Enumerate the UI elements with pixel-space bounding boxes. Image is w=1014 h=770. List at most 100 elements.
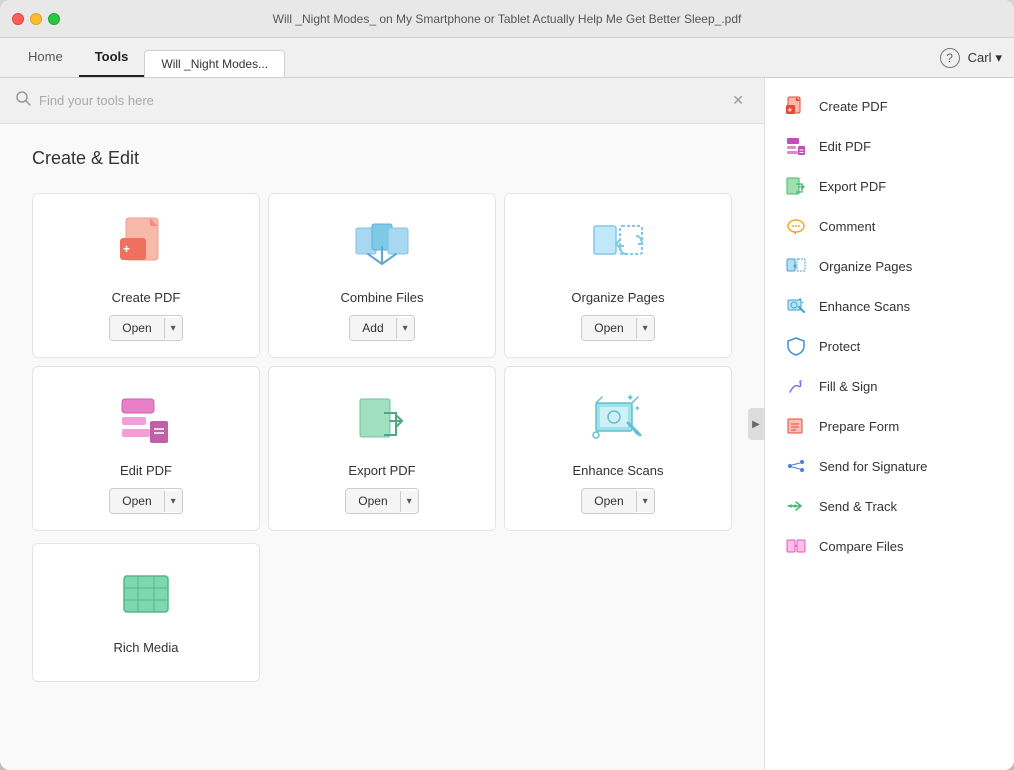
title-bar: Will _Night Modes_ on My Smartphone or T… bbox=[0, 0, 1014, 38]
tab-document[interactable]: Will _Night Modes... bbox=[144, 50, 285, 77]
sidebar-organize-pages-label: Organize Pages bbox=[819, 259, 912, 274]
sidebar-item-protect[interactable]: Protect bbox=[765, 326, 1014, 366]
sidebar-send-signature-icon bbox=[785, 455, 807, 477]
sidebar-item-fill-sign[interactable]: Fill & Sign bbox=[765, 366, 1014, 406]
tool-card-edit-pdf[interactable]: Edit PDF Open ▾ bbox=[32, 366, 260, 531]
export-pdf-open-btn[interactable]: Open bbox=[346, 489, 399, 513]
maximize-button[interactable] bbox=[48, 13, 60, 25]
sidebar-item-create-pdf[interactable]: + Create PDF bbox=[765, 86, 1014, 126]
sidebar-fill-sign-label: Fill & Sign bbox=[819, 379, 878, 394]
create-pdf-btn-group: Open ▾ bbox=[109, 315, 182, 341]
tools-grid: + Create PDF Open ▾ bbox=[32, 193, 732, 682]
search-input[interactable] bbox=[39, 93, 720, 108]
tool-card-create-pdf[interactable]: + Create PDF Open ▾ bbox=[32, 193, 260, 358]
sidebar-comment-label: Comment bbox=[819, 219, 875, 234]
create-pdf-label: Create PDF bbox=[112, 290, 181, 305]
tool-card-organize-pages[interactable]: Organize Pages Open ▾ bbox=[504, 193, 732, 358]
enhance-scans-dropdown-btn[interactable]: ▾ bbox=[636, 491, 654, 512]
svg-text:✦: ✦ bbox=[626, 393, 634, 404]
sidebar-send-track-icon bbox=[785, 495, 807, 517]
tab-bar: Home Tools Will _Night Modes... ? Carl ▾ bbox=[0, 38, 1014, 78]
main-window: Will _Night Modes_ on My Smartphone or T… bbox=[0, 0, 1014, 770]
tab-tools[interactable]: Tools bbox=[79, 38, 145, 77]
main-layout: ✕ Create & Edit + bbox=[0, 78, 1014, 770]
traffic-lights bbox=[12, 13, 60, 25]
sidebar-item-compare-files[interactable]: Compare Files bbox=[765, 526, 1014, 566]
edit-pdf-icon bbox=[114, 387, 178, 451]
tools-content: Create & Edit + Create PDF bbox=[0, 124, 764, 770]
sidebar-organize-pages-icon bbox=[785, 255, 807, 277]
collapse-sidebar-arrow[interactable]: ▶ bbox=[748, 408, 764, 440]
sidebar-edit-pdf-label: Edit PDF bbox=[819, 139, 871, 154]
organize-pages-open-btn[interactable]: Open bbox=[582, 316, 635, 340]
user-dropdown-icon[interactable]: ▾ bbox=[995, 50, 1002, 66]
organize-pages-label: Organize Pages bbox=[571, 290, 664, 305]
help-button[interactable]: ? bbox=[940, 48, 960, 68]
export-pdf-icon bbox=[350, 387, 414, 451]
sidebar-create-pdf-label: Create PDF bbox=[819, 99, 888, 114]
sidebar-export-pdf-icon bbox=[785, 175, 807, 197]
edit-pdf-btn-group: Open ▾ bbox=[109, 488, 182, 514]
sidebar-item-enhance-scans[interactable]: ✦ ✦ Enhance Scans bbox=[765, 286, 1014, 326]
sidebar-item-prepare-form[interactable]: Prepare Form bbox=[765, 406, 1014, 446]
combine-files-btn-group: Add ▾ bbox=[349, 315, 414, 341]
sidebar-item-organize-pages[interactable]: Organize Pages bbox=[765, 246, 1014, 286]
sidebar-send-signature-label: Send for Signature bbox=[819, 459, 927, 474]
section-title-create-edit: Create & Edit bbox=[32, 148, 732, 169]
create-pdf-dropdown-btn[interactable]: ▾ bbox=[164, 318, 182, 339]
close-button[interactable] bbox=[12, 13, 24, 25]
sidebar-prepare-form-label: Prepare Form bbox=[819, 419, 899, 434]
tool-card-export-pdf[interactable]: Export PDF Open ▾ bbox=[268, 366, 496, 531]
edit-pdf-dropdown-btn[interactable]: ▾ bbox=[164, 491, 182, 512]
sidebar-create-pdf-icon: + bbox=[785, 95, 807, 117]
sidebar-enhance-scans-label: Enhance Scans bbox=[819, 299, 910, 314]
sidebar-item-edit-pdf[interactable]: Edit PDF bbox=[765, 126, 1014, 166]
sidebar-export-pdf-label: Export PDF bbox=[819, 179, 886, 194]
tool-card-rich-media[interactable]: Rich Media bbox=[32, 543, 260, 682]
search-bar: ✕ bbox=[0, 78, 764, 124]
combine-files-label: Combine Files bbox=[340, 290, 423, 305]
left-panel: ✕ Create & Edit + bbox=[0, 78, 764, 770]
enhance-scans-btn-group: Open ▾ bbox=[581, 488, 654, 514]
organize-pages-btn-group: Open ▾ bbox=[581, 315, 654, 341]
combine-files-add-btn[interactable]: Add bbox=[350, 316, 395, 340]
svg-text:✦: ✦ bbox=[634, 404, 641, 413]
sidebar-fill-sign-icon bbox=[785, 375, 807, 397]
export-pdf-btn-group: Open ▾ bbox=[345, 488, 418, 514]
sidebar-item-export-pdf[interactable]: Export PDF bbox=[765, 166, 1014, 206]
clear-search-button[interactable]: ✕ bbox=[728, 90, 748, 111]
sidebar-item-send-signature[interactable]: Send for Signature bbox=[765, 446, 1014, 486]
combine-files-icon bbox=[350, 214, 414, 278]
enhance-scans-label: Enhance Scans bbox=[572, 463, 663, 478]
tab-home[interactable]: Home bbox=[12, 38, 79, 77]
combine-files-dropdown-btn[interactable]: ▾ bbox=[396, 318, 414, 339]
create-pdf-open-btn[interactable]: Open bbox=[110, 316, 163, 340]
right-sidebar: + Create PDF Edit PDF bbox=[764, 78, 1014, 770]
sidebar-edit-pdf-icon bbox=[785, 135, 807, 157]
export-pdf-label: Export PDF bbox=[348, 463, 415, 478]
rich-media-label: Rich Media bbox=[113, 640, 178, 655]
user-name: Carl bbox=[968, 50, 992, 65]
sidebar-item-send-track[interactable]: Send & Track bbox=[765, 486, 1014, 526]
export-pdf-dropdown-btn[interactable]: ▾ bbox=[400, 491, 418, 512]
sidebar-protect-label: Protect bbox=[819, 339, 860, 354]
svg-text:+: + bbox=[123, 242, 130, 256]
svg-text:✦: ✦ bbox=[801, 300, 805, 305]
window-title: Will _Night Modes_ on My Smartphone or T… bbox=[273, 12, 742, 26]
sidebar-item-comment[interactable]: Comment bbox=[765, 206, 1014, 246]
edit-pdf-label: Edit PDF bbox=[120, 463, 172, 478]
minimize-button[interactable] bbox=[30, 13, 42, 25]
user-menu[interactable]: Carl ▾ bbox=[968, 50, 1002, 66]
rich-media-icon bbox=[114, 564, 178, 628]
tool-card-enhance-scans[interactable]: ✦ ✦ Enhance Scans Open ▾ bbox=[504, 366, 732, 531]
organize-pages-icon bbox=[586, 214, 650, 278]
sidebar-protect-icon bbox=[785, 335, 807, 357]
edit-pdf-open-btn[interactable]: Open bbox=[110, 489, 163, 513]
create-pdf-icon: + bbox=[114, 214, 178, 278]
tool-card-combine-files[interactable]: Combine Files Add ▾ bbox=[268, 193, 496, 358]
sidebar-compare-files-icon bbox=[785, 535, 807, 557]
enhance-scans-open-btn[interactable]: Open bbox=[582, 489, 635, 513]
svg-text:+: + bbox=[788, 106, 793, 115]
organize-pages-dropdown-btn[interactable]: ▾ bbox=[636, 318, 654, 339]
enhance-scans-icon: ✦ ✦ bbox=[586, 387, 650, 451]
